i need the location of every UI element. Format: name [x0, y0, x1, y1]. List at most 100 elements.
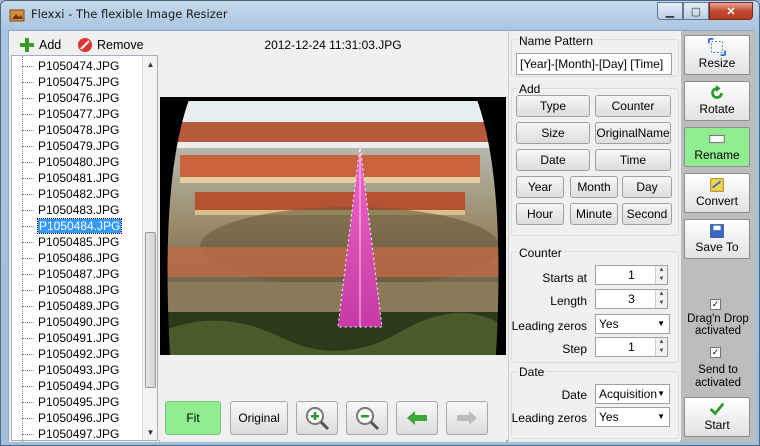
close-button[interactable]: ✕ [709, 2, 753, 20]
add-date-button[interactable]: Date [516, 149, 590, 171]
file-list-item[interactable]: P1050480.JPG [12, 154, 119, 170]
fit-button[interactable]: Fit [165, 401, 221, 435]
scroll-thumb[interactable] [145, 232, 156, 388]
chevron-down-icon: ▼ [657, 319, 665, 328]
spinner-arrows-icon[interactable]: ▲ ▼ [655, 290, 667, 308]
counter-leading-zeros-label: Leading zeros [511, 319, 587, 333]
date-leading-zeros-select[interactable]: Yes ▼ [595, 407, 670, 427]
arrow-right-icon [457, 411, 477, 425]
file-list-item[interactable]: P1050474.JPG [12, 58, 119, 74]
add-counter-button[interactable]: Counter [595, 95, 671, 117]
remove-button[interactable]: Remove [77, 35, 144, 55]
tree-connector [22, 146, 34, 147]
add-size-button[interactable]: Size [516, 122, 590, 144]
add-hour-button[interactable]: Hour [516, 203, 564, 225]
starts-at-spinner[interactable]: 1 ▲ ▼ [595, 265, 668, 285]
date-group-label: Date [517, 365, 547, 379]
file-list-item[interactable]: P1050485.JPG [12, 234, 119, 250]
tree-connector [22, 226, 34, 227]
file-list-item[interactable]: P1050495.JPG [12, 394, 119, 410]
file-list-item[interactable]: P1050496.JPG [12, 410, 119, 426]
spinner-arrows-icon[interactable]: ▲ ▼ [655, 338, 667, 356]
zoom-in-icon [306, 407, 330, 431]
file-list-item[interactable]: P1050491.JPG [12, 330, 119, 346]
file-list-item[interactable]: P1050493.JPG [12, 362, 119, 378]
file-list-item[interactable]: P1050494.JPG [12, 378, 119, 394]
resize-button[interactable]: Resize [684, 35, 750, 75]
spinner-arrows-icon[interactable]: ▲ ▼ [655, 266, 667, 284]
start-button[interactable]: Start [684, 397, 750, 437]
tree-connector [22, 418, 34, 419]
counter-leading-zeros-select[interactable]: Yes ▼ [595, 314, 670, 334]
step-spinner[interactable]: 1 ▲ ▼ [595, 337, 668, 357]
file-list-item[interactable]: P1050486.JPG [12, 250, 119, 266]
name-pattern-input[interactable]: [Year]-[Month]-[Day] [Time] [516, 53, 672, 75]
length-spinner[interactable]: 3 ▲ ▼ [595, 289, 668, 309]
tree-connector [22, 98, 34, 99]
file-name: P1050479.JPG [38, 139, 120, 153]
add-minute-button[interactable]: Minute [570, 203, 618, 225]
rename-button[interactable]: Rename [684, 127, 750, 167]
save-icon [710, 224, 724, 238]
add-button[interactable]: Add [19, 35, 61, 55]
zoom-in-button[interactable] [296, 401, 338, 435]
file-list-item[interactable]: P1050487.JPG [12, 266, 119, 282]
original-size-button[interactable]: Original [230, 401, 288, 435]
tree-connector [22, 258, 34, 259]
file-name: P1050488.JPG [38, 283, 120, 297]
file-name: P1050487.JPG [38, 267, 120, 281]
file-list-item[interactable]: P1050479.JPG [12, 138, 119, 154]
add-originalname-button[interactable]: OriginalName [595, 122, 671, 144]
save-to-button[interactable]: Save To [684, 219, 750, 259]
add-month-button[interactable]: Month [570, 176, 618, 198]
maximize-button[interactable]: ▢ [683, 2, 709, 20]
drag-drop-checkbox[interactable]: ✓ [710, 299, 721, 310]
send-to-checkbox[interactable]: ✓ [710, 347, 721, 358]
file-name: P1050482.JPG [38, 187, 120, 201]
file-name: P1050485.JPG [38, 235, 120, 249]
date-type-label: Date [561, 388, 587, 402]
add-type-button[interactable]: Type [516, 95, 590, 117]
file-list-item[interactable]: P1050484.JPG [12, 218, 123, 234]
file-list-item[interactable]: P1050481.JPG [12, 170, 119, 186]
next-image-button[interactable] [446, 401, 488, 435]
file-list-item[interactable]: P1050497.JPG [12, 426, 119, 442]
minimize-button[interactable]: ▁ [657, 2, 683, 20]
file-list-item[interactable]: P1050483.JPG [12, 202, 119, 218]
zoom-out-button[interactable] [346, 401, 388, 435]
scroll-down-icon[interactable]: ▼ [143, 424, 158, 440]
tree-connector [22, 354, 34, 355]
previous-image-button[interactable] [396, 401, 438, 435]
client-area: Add Remove ▲ ▼ P1050474.JPG P1050475.JPG P… [8, 30, 755, 442]
file-list-item[interactable]: P1050490.JPG [12, 314, 119, 330]
file-list[interactable]: ▲ ▼ P1050474.JPG P1050475.JPG P1050476.JPG… [11, 55, 158, 442]
file-list-item[interactable]: P1050475.JPG [12, 74, 119, 90]
file-name: P1050496.JPG [38, 411, 120, 425]
file-list-item[interactable]: P1050477.JPG [12, 106, 119, 122]
rotate-button[interactable]: Rotate [684, 81, 750, 121]
add-year-button[interactable]: Year [516, 176, 564, 198]
add-day-button[interactable]: Day [622, 176, 672, 198]
length-label: Length [550, 294, 587, 308]
resize-label: Resize [698, 56, 736, 70]
resize-icon [708, 38, 726, 56]
file-name: P1050475.JPG [38, 75, 120, 89]
tree-connector [22, 290, 34, 291]
file-list-item[interactable]: P1050489.JPG [12, 298, 119, 314]
date-leading-zeros-value: Yes [599, 410, 619, 424]
convert-button[interactable]: Convert [684, 173, 750, 213]
file-list-item[interactable]: P1050476.JPG [12, 90, 119, 106]
date-type-select[interactable]: Acquisition ▼ [595, 384, 670, 404]
checkmark-icon [709, 402, 725, 416]
file-name: P1050486.JPG [38, 251, 120, 265]
add-label: Add [39, 38, 62, 52]
app-icon [9, 9, 25, 22]
add-time-button[interactable]: Time [595, 149, 671, 171]
file-list-item[interactable]: P1050478.JPG [12, 122, 119, 138]
scroll-up-icon[interactable]: ▲ [143, 56, 158, 72]
file-list-item[interactable]: P1050488.JPG [12, 282, 119, 298]
file-list-scrollbar[interactable]: ▲ ▼ [142, 56, 157, 440]
file-list-item[interactable]: P1050482.JPG [12, 186, 119, 202]
file-list-item[interactable]: P1050492.JPG [12, 346, 119, 362]
add-second-button[interactable]: Second [622, 203, 672, 225]
